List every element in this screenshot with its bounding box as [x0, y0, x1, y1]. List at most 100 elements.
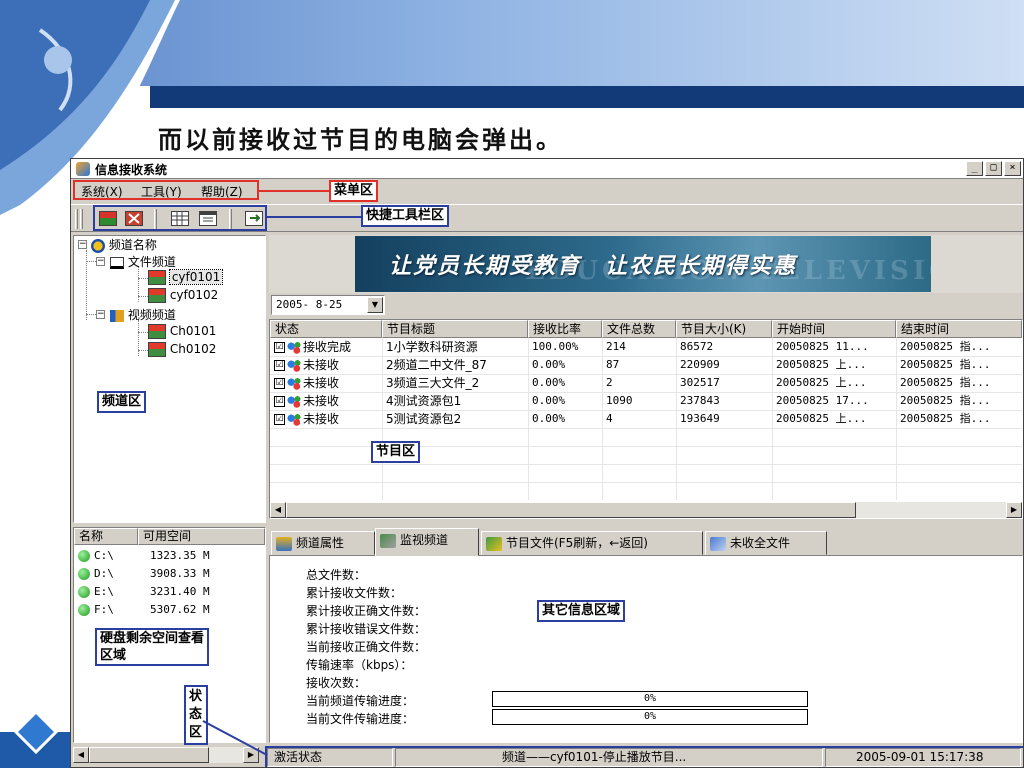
- other-info-panel: 总文件数： 累计接收文件数： 累计接收正确文件数： 累计接收错误文件数： 当前接…: [269, 555, 1023, 743]
- tab-label: 频道属性: [296, 536, 345, 550]
- files-cell: 87: [606, 358, 620, 371]
- status-icon: [287, 359, 301, 372]
- date-filter-select[interactable]: 2005- 8-25 ▼: [271, 295, 385, 315]
- menu-area-label: 菜单区: [329, 180, 379, 202]
- row-checkbox[interactable]: ☑: [274, 342, 285, 353]
- end-cell: 20050825 指...: [900, 394, 991, 407]
- horizontal-scrollbar[interactable]: ◀ ▶: [270, 502, 1022, 518]
- tree-root-label: 频道名称: [108, 238, 157, 252]
- channel-progress-bar: 0%: [492, 691, 808, 707]
- collapse-toggle[interactable]: −: [96, 310, 105, 319]
- status-cell: ☑ 未接收: [270, 410, 382, 428]
- column-header-title[interactable]: 节目标题: [382, 320, 528, 338]
- row-checkbox[interactable]: ☑: [274, 360, 285, 371]
- list-item[interactable]: C:\ 1323.35 M: [78, 547, 210, 564]
- collapse-toggle[interactable]: −: [78, 240, 87, 249]
- column-header-end[interactable]: 结束时间: [896, 320, 1022, 338]
- drive-free: 5307.62 M: [150, 603, 210, 616]
- column-header-ratio[interactable]: 接收比率: [528, 320, 602, 338]
- tab-incomplete-files[interactable]: 未收全文件: [705, 531, 827, 555]
- column-header-free-space[interactable]: 可用空间: [138, 528, 265, 545]
- grid-line: [270, 464, 1022, 465]
- maximize-button[interactable]: □: [985, 161, 1002, 176]
- monitor-icon: [380, 533, 396, 548]
- info-label: 累计接收文件数：: [306, 586, 403, 600]
- minimize-button[interactable]: _: [966, 161, 983, 176]
- column-header-name[interactable]: 名称: [74, 528, 138, 545]
- collapse-toggle[interactable]: −: [96, 257, 105, 266]
- drive-free: 1323.35 M: [150, 549, 210, 562]
- scroll-right-arrow-icon[interactable]: ▶: [1006, 502, 1022, 518]
- tab-channel-properties[interactable]: 频道属性: [271, 531, 375, 555]
- tree-item-ch0102[interactable]: Ch0102: [148, 342, 216, 359]
- scroll-left-arrow-icon[interactable]: ◀: [270, 502, 286, 518]
- list-item[interactable]: D:\ 3908.33 M: [78, 565, 210, 582]
- info-label: 总文件数：: [306, 568, 367, 582]
- info-label: 当前频道传输进度：: [306, 694, 415, 708]
- ratio-cell: 100.00%: [532, 340, 579, 353]
- status-icon: [287, 413, 301, 426]
- scrollbar-thumb[interactable]: [286, 502, 856, 518]
- status-cell: ☑ 未接收: [270, 374, 382, 392]
- window-title: 信息接收系统: [95, 163, 168, 177]
- tree-item-label: cyf0101: [168, 269, 224, 285]
- info-label: 当前接收正确文件数：: [306, 640, 427, 654]
- size-cell: 237843: [680, 394, 720, 407]
- files-cell: 2: [606, 376, 613, 389]
- close-button[interactable]: ×: [1004, 161, 1021, 176]
- tree-item-cyf0101[interactable]: cyf0101: [148, 269, 224, 287]
- annotation-connector: [202, 720, 268, 756]
- tree-item-label: Ch0102: [169, 342, 217, 356]
- tree-connector: [138, 350, 148, 351]
- banner-area: EDUCATION TELEVISION 让党员长期受教育 让农民长期得实惠: [269, 235, 1023, 293]
- tree-item-cyf0102[interactable]: cyf0102: [148, 288, 218, 305]
- satellite-icon: [91, 238, 105, 253]
- tree-root[interactable]: 频道名称: [91, 236, 157, 253]
- start-cell: 20050825 上...: [776, 358, 867, 371]
- tree-item-label: Ch0101: [169, 324, 217, 338]
- slide-diamond-decoration: [0, 709, 72, 768]
- start-cell: 20050825 17...: [776, 394, 869, 407]
- end-cell: 20050825 指...: [900, 376, 991, 389]
- banner-slogan: 让党员长期受教育 让农民长期得实惠: [389, 253, 798, 279]
- end-cell: 20050825 指...: [900, 412, 991, 425]
- status-text: 未接收: [303, 358, 340, 372]
- drive-free: 3908.33 M: [150, 567, 210, 580]
- scrollbar-thumb[interactable]: [89, 747, 209, 763]
- size-cell: 220909: [680, 358, 720, 371]
- list-item[interactable]: F:\ 5307.62 M: [78, 601, 210, 618]
- window-titlebar[interactable]: 信息接收系统 _ □ ×: [71, 159, 1023, 179]
- tree-item-video-channel[interactable]: 视频频道: [110, 306, 176, 323]
- info-area-label: 其它信息区域: [537, 600, 626, 622]
- tab-label: 未收全文件: [730, 536, 791, 550]
- tree-connector: [138, 296, 148, 297]
- tree-connector: [138, 278, 148, 279]
- status-icon: [287, 395, 301, 408]
- tree-item-file-channel[interactable]: 文件频道: [110, 253, 176, 270]
- column-header-size[interactable]: 节目大小(K): [676, 320, 772, 338]
- ratio-cell: 0.00%: [532, 358, 566, 371]
- title-cell: 3频道三大文件_2: [386, 376, 480, 390]
- status-icon: [287, 377, 301, 390]
- tab-monitor-channel[interactable]: 监视频道: [375, 528, 479, 556]
- disk-area-label: 硬盘剩余空间查看区域: [95, 628, 209, 666]
- channel-icon: [148, 288, 166, 303]
- status-text: 未接收: [303, 412, 340, 426]
- tab-label: 监视频道: [400, 533, 449, 547]
- files-cell: 214: [606, 340, 626, 353]
- ratio-cell: 0.00%: [532, 376, 566, 389]
- row-checkbox[interactable]: ☑: [274, 378, 285, 389]
- chevron-down-icon[interactable]: ▼: [367, 297, 383, 313]
- scroll-left-arrow-icon[interactable]: ◀: [73, 747, 89, 763]
- row-checkbox[interactable]: ☑: [274, 414, 285, 425]
- column-header-start[interactable]: 开始时间: [772, 320, 896, 338]
- column-header-files[interactable]: 文件总数: [602, 320, 676, 338]
- list-item[interactable]: E:\ 3231.40 M: [78, 583, 210, 600]
- start-cell: 20050825 11...: [776, 340, 869, 353]
- column-header-status[interactable]: 状态: [270, 320, 382, 338]
- row-checkbox[interactable]: ☑: [274, 396, 285, 407]
- drive-icon: [78, 586, 90, 598]
- channel-icon: [148, 342, 166, 357]
- tree-item-ch0101[interactable]: Ch0101: [148, 324, 216, 341]
- tab-program-files[interactable]: 节目文件(F5刷新，←返回): [481, 531, 703, 555]
